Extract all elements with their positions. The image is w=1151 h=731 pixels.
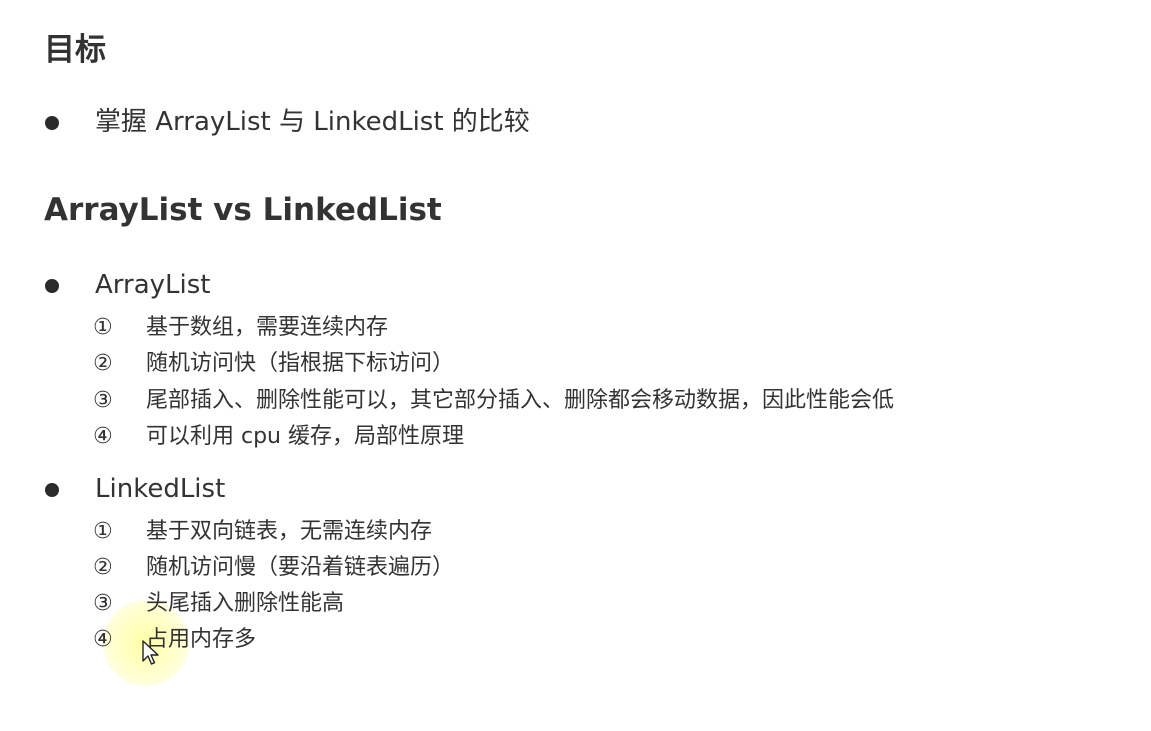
bullet-dot-icon	[45, 279, 59, 293]
item-text: 随机访问快（指根据下标访问）	[146, 351, 455, 376]
item-number: ①	[93, 519, 113, 544]
arraylist-title: ArrayList	[95, 270, 211, 300]
heading-comparison: ArrayList vs LinkedList	[44, 192, 442, 228]
goal-text: 掌握 ArrayList 与 LinkedList 的比较	[95, 107, 530, 137]
item-text: 占用内存多	[146, 627, 257, 652]
item-text: 基于数组，需要连续内存	[146, 315, 389, 340]
item-text: 基于双向链表，无需连续内存	[146, 519, 433, 544]
item-text: 尾部插入、删除性能可以，其它部分插入、删除都会移动数据，因此性能会低	[146, 388, 895, 413]
item-number: ①	[93, 315, 113, 340]
item-text: 头尾插入删除性能高	[146, 591, 345, 616]
item-number: ②	[93, 555, 113, 580]
item-number: ③	[93, 388, 113, 413]
item-number: ②	[93, 351, 113, 376]
item-number: ④	[93, 424, 113, 449]
item-number: ④	[93, 627, 113, 652]
item-text: 随机访问慢（要沿着链表遍历）	[146, 555, 455, 580]
mouse-cursor-icon	[142, 640, 159, 665]
linkedlist-title: LinkedList	[95, 474, 226, 504]
heading-goal: 目标	[44, 32, 106, 68]
item-text: 可以利用 cpu 缓存，局部性原理	[146, 424, 464, 449]
bullet-dot-icon	[45, 116, 59, 130]
bullet-dot-icon	[45, 483, 59, 497]
item-number: ③	[93, 591, 113, 616]
